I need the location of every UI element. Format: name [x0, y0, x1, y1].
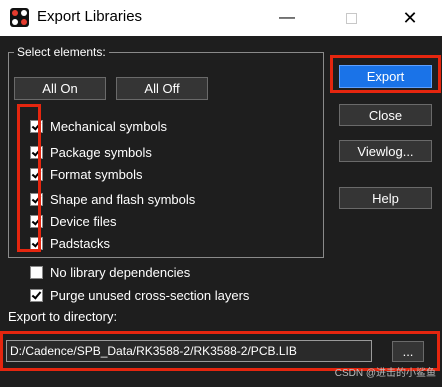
- check-icon: [31, 288, 42, 300]
- checkbox-device-files[interactable]: Device files: [30, 212, 116, 230]
- all-off-button[interactable]: All Off: [116, 77, 208, 100]
- maximize-icon: [345, 12, 357, 24]
- checkbox-box[interactable]: [30, 265, 43, 279]
- check-icon: [31, 119, 42, 131]
- checkbox-box[interactable]: [30, 167, 43, 181]
- checkbox-box[interactable]: [30, 214, 43, 228]
- minimize-button[interactable]: —: [265, 0, 309, 36]
- check-icon: [31, 167, 42, 179]
- checkbox-label: Mechanical symbols: [50, 118, 168, 134]
- checkbox-label: Format symbols: [50, 166, 143, 182]
- checkbox-label: Padstacks: [50, 235, 110, 251]
- checkbox-package-symbols[interactable]: Package symbols: [30, 143, 152, 161]
- checkbox-label: Purge unused cross-section layers: [50, 287, 250, 303]
- checkbox-box[interactable]: [30, 145, 43, 159]
- checkbox-label: No library dependencies: [50, 264, 191, 280]
- app-icon: [10, 8, 29, 27]
- close-icon: ✕: [402, 7, 418, 28]
- checkbox-box[interactable]: [30, 236, 43, 250]
- checkbox-shape-flash-symbols[interactable]: Shape and flash symbols: [30, 190, 195, 208]
- group-label: Select elements:: [14, 45, 109, 59]
- title-bar: Export Libraries — ✕: [0, 0, 442, 36]
- help-button[interactable]: Help: [339, 187, 432, 209]
- check-icon: [31, 145, 42, 157]
- checkbox-padstacks[interactable]: Padstacks: [30, 234, 110, 252]
- check-icon: [31, 236, 42, 248]
- export-directory-input[interactable]: [6, 340, 372, 362]
- checkbox-box[interactable]: [30, 119, 43, 133]
- watermark: CSDN @进击的小鲨鱼: [334, 368, 436, 379]
- maximize-button: [329, 0, 373, 36]
- export-dir-label: Export to directory:: [8, 309, 118, 324]
- minimize-icon: —: [279, 9, 295, 26]
- check-icon: [31, 192, 42, 204]
- checkbox-format-symbols[interactable]: Format symbols: [30, 165, 142, 183]
- viewlog-button[interactable]: Viewlog...: [339, 140, 432, 162]
- browse-button[interactable]: ...: [392, 341, 424, 362]
- close-window-button[interactable]: ✕: [388, 0, 432, 36]
- close-button[interactable]: Close: [339, 104, 432, 126]
- checkbox-purge-unused-layers[interactable]: Purge unused cross-section layers: [30, 286, 249, 304]
- export-button[interactable]: Export: [339, 65, 432, 88]
- checkbox-label: Device files: [50, 213, 117, 229]
- checkbox-label: Shape and flash symbols: [50, 191, 196, 207]
- checkbox-no-library-dependencies[interactable]: No library dependencies: [30, 263, 190, 281]
- checkbox-label: Package symbols: [50, 144, 152, 160]
- check-icon: [31, 214, 42, 226]
- checkbox-mechanical-symbols[interactable]: Mechanical symbols: [30, 117, 167, 135]
- window-title: Export Libraries: [37, 8, 143, 25]
- all-on-button[interactable]: All On: [14, 77, 106, 100]
- checkbox-box[interactable]: [30, 288, 43, 302]
- checkbox-box[interactable]: [30, 192, 43, 206]
